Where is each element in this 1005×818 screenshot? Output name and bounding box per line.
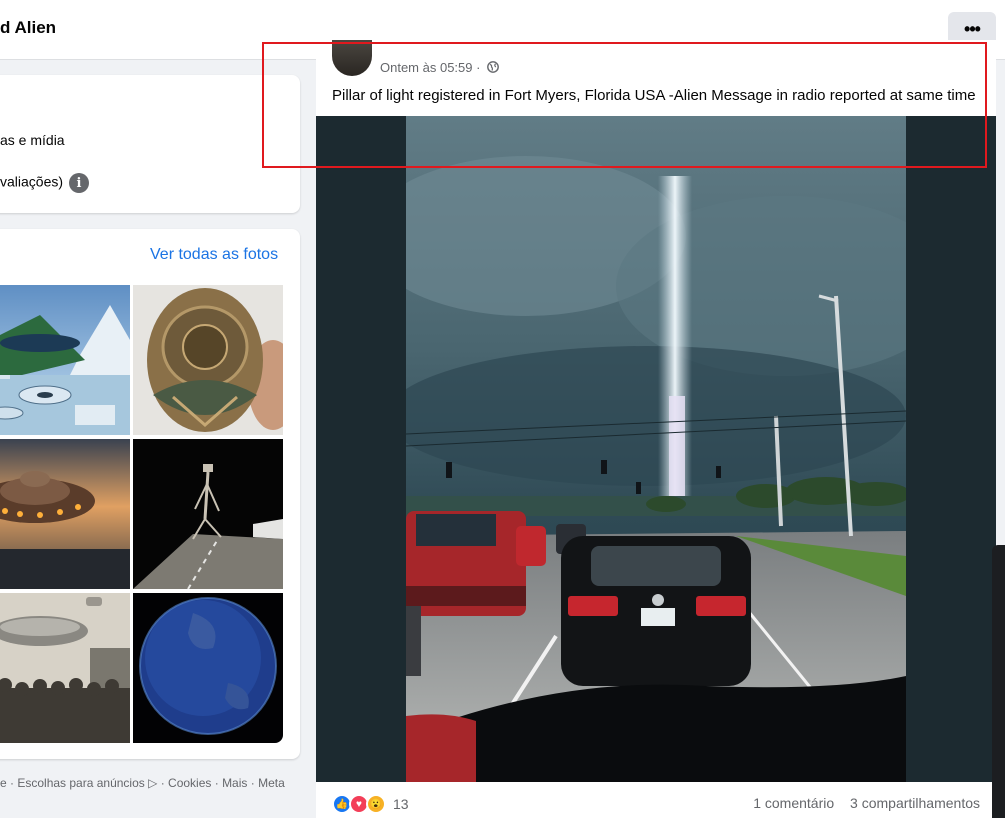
photo-tall-creature-road[interactable] (133, 439, 283, 589)
photo-earth-globe[interactable] (133, 593, 283, 743)
footer-sep: · (157, 776, 169, 790)
photo-alien-mountain-landscape[interactable] (0, 285, 130, 435)
footer-link-1[interactable]: e (0, 776, 7, 790)
intro-card: as e mídia valiações) i (0, 75, 300, 213)
post-stats: 1 comentário 3 compartilhamentos (741, 795, 980, 811)
intro-line-media: as e mídia (0, 132, 65, 148)
footer-link-more[interactable]: Mais (222, 776, 247, 790)
photos-card: Ver todas as fotos (0, 229, 300, 759)
photo-ufo-sunset[interactable] (0, 439, 130, 589)
footer-links: e · Escolhas para anúncios ▷ · Cookies ·… (0, 776, 285, 790)
reactions-summary[interactable]: 👍 ♥ 😮 13 (332, 793, 409, 815)
footer-link-ad-choices[interactable]: Escolhas para anúncios (17, 776, 144, 790)
footer-sep: · (6, 776, 18, 790)
footer-link-meta[interactable]: Meta (258, 776, 285, 790)
wow-reaction-icon: 😮 (366, 794, 386, 814)
highlight-annotation-box (262, 42, 987, 168)
footer-link-cookies[interactable]: Cookies (168, 776, 211, 790)
post-photo-pillar-of-light[interactable] (406, 116, 906, 782)
more-icon: ••• (964, 18, 981, 39)
intro-reviews-label: valiações) (0, 173, 64, 190)
ad-choices-icon: ▷ (148, 776, 158, 790)
intro-line-reviews: valiações) i (0, 173, 90, 193)
reaction-count: 13 (393, 796, 409, 812)
post-image-container (316, 116, 996, 782)
info-icon[interactable]: i (69, 173, 90, 193)
page-name[interactable]: d Alien (0, 18, 56, 38)
comments-count-link[interactable]: 1 comentário (753, 795, 834, 811)
footer-sep: · (247, 776, 259, 790)
footer-sep: · (211, 776, 223, 790)
photo-vintage-ufo-crowd[interactable] (0, 593, 130, 743)
photo-carved-artifact[interactable] (133, 285, 283, 435)
see-all-photos-link[interactable]: Ver todas as fotos (150, 246, 278, 264)
right-edge-panel (992, 545, 1005, 818)
shares-count-link[interactable]: 3 compartilhamentos (850, 795, 980, 811)
